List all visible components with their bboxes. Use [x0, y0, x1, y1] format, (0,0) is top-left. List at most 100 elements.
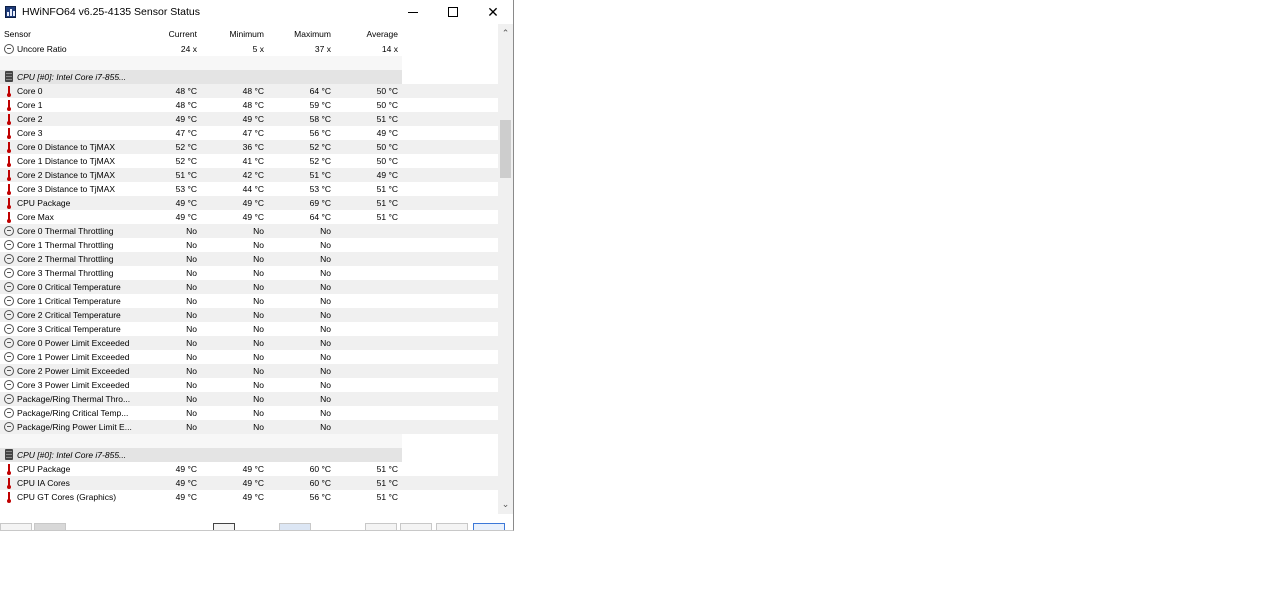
average-value: 51 °C	[376, 492, 398, 502]
current-value: 24 x	[180, 44, 197, 54]
table-header: Sensor Current Minimum Maximum Average	[0, 27, 498, 41]
sensor-row[interactable]: Package/Ring Critical Temp... No No No	[0, 406, 498, 420]
sensor-row[interactable]: CPU IA Cores 49 °C 49 °C 60 °C 51 °C	[0, 476, 498, 490]
title-bar[interactable]: HWiNFO64 v6.25-4135 Sensor Status ✕	[0, 0, 513, 24]
current-value: No	[186, 296, 197, 306]
maximum-value: No	[320, 310, 331, 320]
column-header-maximum[interactable]: Maximum	[268, 27, 335, 41]
column-header-current[interactable]: Current	[134, 27, 201, 41]
scroll-thumb[interactable]	[500, 120, 511, 178]
average-value	[335, 336, 402, 350]
column-header-average[interactable]: Average	[335, 27, 402, 41]
group-label: CPU [#0]: Intel Core i7-855...	[17, 72, 127, 82]
sensor-name: Core 1 Distance to TjMAX	[17, 156, 116, 166]
sensor-row[interactable]: CPU Package 49 °C 49 °C 69 °C 51 °C	[0, 196, 498, 210]
average-value: 50 °C	[376, 142, 398, 152]
current-value: 49 °C	[175, 478, 197, 488]
toolbar-button-2[interactable]	[34, 523, 66, 530]
minimum-value: 49 °C	[242, 212, 264, 222]
current-value: 48 °C	[175, 86, 197, 96]
sensor-row[interactable]: Core 0 48 °C 48 °C 64 °C 50 °C	[0, 84, 498, 98]
toolbar-button-5[interactable]	[365, 523, 397, 530]
minimum-value: No	[253, 408, 264, 418]
toolbar-button-3[interactable]	[213, 523, 235, 530]
sensor-row[interactable]: Core 2 Thermal Throttling No No No	[0, 252, 498, 266]
current-value: No	[186, 324, 197, 334]
average-value	[335, 294, 402, 308]
sensor-row[interactable]: Core 3 Critical Temperature No No No	[0, 322, 498, 336]
vertical-scrollbar[interactable]: ⌃ ⌄	[498, 24, 513, 514]
sensor-row[interactable]: Uncore Ratio 24 x 5 x 37 x 14 x	[0, 42, 498, 56]
minimum-value: No	[253, 268, 264, 278]
maximum-value: No	[320, 324, 331, 334]
sensor-row[interactable]: Core 0 Thermal Throttling No No No	[0, 224, 498, 238]
sensor-name: Uncore Ratio	[17, 44, 67, 54]
sensor-name: Core 3 Power Limit Exceeded	[17, 380, 130, 390]
current-value: 52 °C	[175, 142, 197, 152]
sensor-row[interactable]: Core 2 Distance to TjMAX 51 °C 42 °C 51 °C 4…	[0, 168, 498, 182]
sensor-row[interactable]: Core 1 Critical Temperature No No No	[0, 294, 498, 308]
sensor-row[interactable]: Package/Ring Power Limit E... No No No	[0, 420, 498, 434]
sensor-row[interactable]: CPU GT Cores (Graphics) 49 °C 49 °C 56 °C 51…	[0, 490, 498, 504]
average-value	[335, 406, 402, 420]
scroll-up-button[interactable]: ⌃	[498, 26, 513, 41]
sensor-row[interactable]: Core 3 Distance to TjMAX 53 °C 44 °C 53 °C 5…	[0, 182, 498, 196]
sensor-row[interactable]: Core 3 47 °C 47 °C 56 °C 49 °C	[0, 126, 498, 140]
maximum-value: 64 °C	[309, 86, 331, 96]
maximum-value: 69 °C	[309, 198, 331, 208]
current-value: No	[186, 282, 197, 292]
current-value: 49 °C	[175, 464, 197, 474]
maximum-value: No	[320, 394, 331, 404]
sensor-row[interactable]: CPU Package 49 °C 49 °C 60 °C 51 °C	[0, 462, 498, 476]
sensor-row[interactable]: Core 2 Critical Temperature No No No	[0, 308, 498, 322]
sensor-row[interactable]: Core 0 Distance to TjMAX 52 °C 36 °C 52 °C 5…	[0, 140, 498, 154]
sensor-name: Core 2	[17, 114, 43, 124]
maximum-value: No	[320, 226, 331, 236]
sensor-name: Core 1	[17, 100, 43, 110]
sensor-row[interactable]: Core 3 Power Limit Exceeded No No No	[0, 378, 498, 392]
average-value: 50 °C	[376, 86, 398, 96]
sensor-name: Core Max	[17, 212, 54, 222]
minimum-value: 36 °C	[242, 142, 264, 152]
sensor-row[interactable]: Core Max 49 °C 49 °C 64 °C 51 °C	[0, 210, 498, 224]
sensor-row[interactable]: Core 2 49 °C 49 °C 58 °C 51 °C	[0, 112, 498, 126]
maximum-value: No	[320, 422, 331, 432]
maximum-value: No	[320, 254, 331, 264]
sensor-row[interactable]: Package/Ring Thermal Thro... No No No	[0, 392, 498, 406]
average-value: 51 °C	[376, 212, 398, 222]
sensor-row[interactable]: Core 0 Critical Temperature No No No	[0, 280, 498, 294]
scroll-down-button[interactable]: ⌄	[498, 497, 513, 512]
toolbar-button-7[interactable]	[436, 523, 468, 530]
sensor-group-row[interactable]: CPU [#0]: Intel Core i7-855...	[0, 70, 498, 84]
bottom-toolbar	[0, 517, 513, 530]
average-value: 50 °C	[376, 156, 398, 166]
minimum-value: No	[253, 324, 264, 334]
minimum-value: 48 °C	[242, 100, 264, 110]
minimum-value: No	[253, 380, 264, 390]
sensor-row[interactable]: Core 1 48 °C 48 °C 59 °C 50 °C	[0, 98, 498, 112]
current-value: No	[186, 366, 197, 376]
sensor-row[interactable]: Core 1 Distance to TjMAX 52 °C 41 °C 52 °C 5…	[0, 154, 498, 168]
average-value: 51 °C	[376, 478, 398, 488]
toolbar-button-8[interactable]	[473, 523, 505, 530]
minimize-button[interactable]	[393, 0, 433, 24]
sensor-row[interactable]: Core 0 Power Limit Exceeded No No No	[0, 336, 498, 350]
close-button[interactable]: ✕	[473, 0, 513, 24]
sensor-row[interactable]: Core 2 Power Limit Exceeded No No No	[0, 364, 498, 378]
sensor-name: Core 3	[17, 128, 43, 138]
toolbar-button-6[interactable]	[400, 523, 432, 530]
sensor-row[interactable]: Core 1 Thermal Throttling No No No	[0, 238, 498, 252]
hwinfo-app-icon	[5, 6, 16, 18]
minimum-value: 48 °C	[242, 86, 264, 96]
toolbar-button-1[interactable]	[0, 523, 32, 530]
spacer-row	[0, 56, 498, 70]
average-value: 51 °C	[376, 464, 398, 474]
sensor-row[interactable]: Core 3 Thermal Throttling No No No	[0, 266, 498, 280]
sensor-name: Core 1 Critical Temperature	[17, 296, 121, 306]
toolbar-button-4[interactable]	[279, 523, 311, 530]
sensor-row[interactable]: Core 1 Power Limit Exceeded No No No	[0, 350, 498, 364]
column-header-sensor[interactable]: Sensor	[0, 27, 134, 41]
maximize-button[interactable]	[433, 0, 473, 24]
sensor-group-row[interactable]: CPU [#0]: Intel Core i7-855...	[0, 448, 498, 462]
column-header-minimum[interactable]: Minimum	[201, 27, 268, 41]
